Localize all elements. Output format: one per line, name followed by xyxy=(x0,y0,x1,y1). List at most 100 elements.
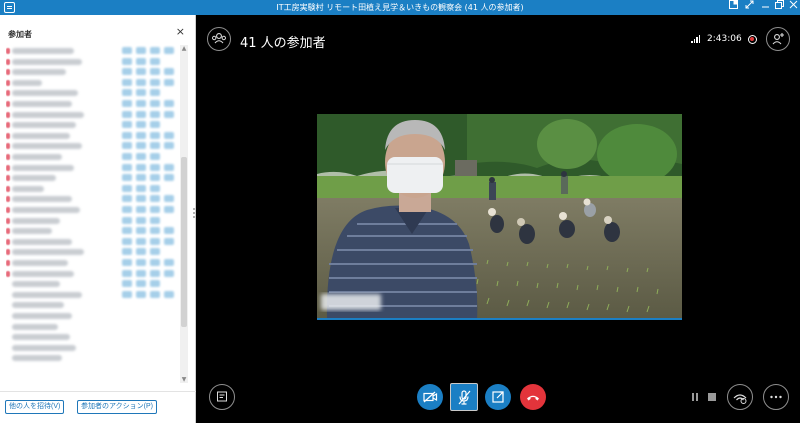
participant-media-icon xyxy=(122,280,132,288)
participant-row[interactable] xyxy=(6,246,182,257)
participant-row[interactable] xyxy=(6,98,182,109)
participant-name xyxy=(12,355,62,362)
participant-row[interactable] xyxy=(6,321,182,332)
participant-media-icon xyxy=(164,131,174,139)
participant-row[interactable] xyxy=(6,119,182,130)
participant-row[interactable] xyxy=(6,289,182,300)
participant-row[interactable] xyxy=(6,109,182,120)
participant-name xyxy=(12,48,74,54)
participant-media-icon xyxy=(136,121,146,129)
participant-row[interactable] xyxy=(6,331,182,342)
participant-status-icon xyxy=(6,238,10,245)
more-options-icon xyxy=(770,395,782,399)
participant-actions-button[interactable]: 参加者のアクション(P) xyxy=(77,400,157,414)
title-bar: IT工房実験村 リモート田植え見学＆いきもの観察会 (41 人の参加者) xyxy=(0,0,800,15)
participant-status-icon xyxy=(6,164,10,171)
participant-row[interactable] xyxy=(6,268,182,279)
participant-media-icon xyxy=(136,227,146,235)
participant-media-icon xyxy=(164,290,174,298)
participant-media-icon xyxy=(150,184,160,192)
participant-row[interactable] xyxy=(6,45,182,56)
participant-row[interactable] xyxy=(6,342,182,353)
participant-name xyxy=(12,196,72,203)
scroll-thumb[interactable] xyxy=(181,157,187,327)
expand-icon[interactable] xyxy=(742,0,757,15)
participant-row[interactable] xyxy=(6,193,182,204)
participant-list[interactable] xyxy=(6,45,182,383)
recording-icon[interactable] xyxy=(748,35,757,44)
participant-media-icon xyxy=(164,237,174,245)
participant-media-icon xyxy=(150,163,160,171)
participant-row[interactable] xyxy=(6,183,182,194)
add-people-button[interactable] xyxy=(766,27,790,51)
participant-row[interactable] xyxy=(6,56,182,67)
participant-row[interactable] xyxy=(6,140,182,151)
participant-row[interactable] xyxy=(6,236,182,247)
participant-status-icon xyxy=(6,111,10,118)
invite-others-button[interactable]: 他の人を招待(V) xyxy=(5,400,65,414)
participant-row[interactable] xyxy=(6,130,182,141)
mute-toggle-button[interactable] xyxy=(450,383,478,411)
share-screen-button[interactable] xyxy=(485,384,511,410)
participant-name xyxy=(12,122,76,129)
participant-name xyxy=(12,217,60,224)
hang-up-button[interactable] xyxy=(520,384,546,410)
participant-media-icon xyxy=(164,163,174,171)
participant-media-icon xyxy=(136,174,146,182)
participant-media-icon xyxy=(136,47,146,54)
participant-row[interactable] xyxy=(6,172,182,183)
participant-row[interactable] xyxy=(6,257,182,268)
participant-row[interactable] xyxy=(6,299,182,310)
participant-media-icon xyxy=(122,153,132,160)
participant-row[interactable] xyxy=(6,204,182,215)
close-panel-button[interactable]: × xyxy=(176,25,185,38)
participant-scrollbar[interactable]: ▲ ▼ xyxy=(180,45,188,383)
participant-row[interactable] xyxy=(6,66,182,77)
participant-media-icon xyxy=(136,184,146,192)
participant-media-icon xyxy=(164,269,174,277)
participant-row[interactable] xyxy=(6,278,182,289)
participant-media-icon xyxy=(122,290,132,298)
pin-icon[interactable] xyxy=(726,0,741,15)
participant-row[interactable] xyxy=(6,162,182,173)
participant-row[interactable] xyxy=(6,352,182,363)
participant-name xyxy=(12,90,78,97)
participant-row[interactable] xyxy=(6,151,182,162)
participant-media-icon xyxy=(122,216,132,224)
minimize-icon[interactable] xyxy=(758,0,773,15)
participant-media-icon xyxy=(150,78,160,86)
scroll-down-icon[interactable]: ▼ xyxy=(180,376,188,383)
stop-icon[interactable] xyxy=(708,393,716,401)
participant-media-icon xyxy=(164,195,174,203)
participant-media-icon xyxy=(122,174,132,182)
participant-media-icon xyxy=(150,227,160,235)
participant-media-icon xyxy=(122,110,132,118)
participant-row[interactable] xyxy=(6,87,182,98)
participant-status-icon xyxy=(6,143,10,150)
video-feed[interactable] xyxy=(317,114,682,320)
chat-button[interactable] xyxy=(209,384,235,410)
participant-media-icon xyxy=(122,57,132,65)
more-options-button[interactable] xyxy=(763,384,789,410)
panel-resize-handle[interactable] xyxy=(193,207,196,221)
participant-media-icon xyxy=(150,153,160,160)
pause-icon[interactable] xyxy=(691,393,699,401)
participant-media-icon xyxy=(122,237,132,245)
participant-name xyxy=(12,260,68,266)
scroll-up-icon[interactable]: ▲ xyxy=(180,45,188,52)
camera-toggle-button[interactable] xyxy=(417,384,443,410)
participants-toggle-button[interactable] xyxy=(207,27,231,51)
participant-status-icon xyxy=(6,270,10,277)
participant-name xyxy=(12,291,82,298)
participant-row[interactable] xyxy=(6,77,182,88)
call-stage: 41 人の参加者 2:43:06 xyxy=(197,15,800,423)
close-icon[interactable] xyxy=(786,0,800,15)
device-settings-button[interactable] xyxy=(727,384,753,410)
participant-media-icon xyxy=(150,290,160,298)
participant-row[interactable] xyxy=(6,310,182,321)
participant-media-icon xyxy=(150,57,160,65)
participant-row[interactable] xyxy=(6,225,182,236)
participant-row[interactable] xyxy=(6,215,182,226)
participant-media-icon xyxy=(136,78,146,86)
restore-icon[interactable] xyxy=(772,0,787,15)
